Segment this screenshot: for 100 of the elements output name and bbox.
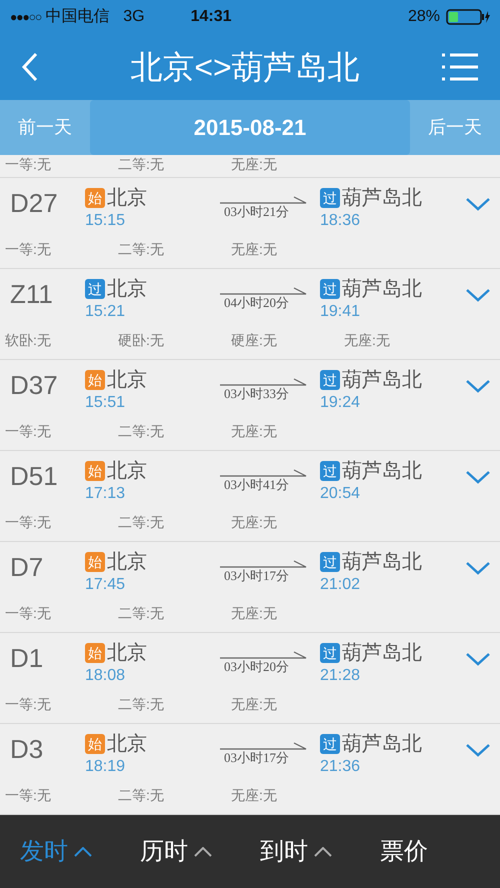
seat-availability: 无座:无 bbox=[231, 155, 278, 173]
travel-duration: 03小时33分 bbox=[223, 386, 290, 402]
departure-station: 北京 bbox=[107, 188, 147, 208]
departure-time: 18:19 bbox=[85, 757, 126, 777]
route-title: 北京<>葫芦岛北 bbox=[129, 50, 361, 82]
seat-availability: 一等:无 bbox=[5, 240, 52, 258]
seat-availability: 二等:无 bbox=[118, 695, 165, 713]
travel-duration: 03小时41分 bbox=[223, 477, 290, 493]
departure-station: 北京 bbox=[107, 552, 147, 572]
station-badge: 过 bbox=[320, 370, 340, 390]
seat-availability: 硬卧:无 bbox=[118, 331, 165, 349]
seat-availability: 无座:无 bbox=[344, 331, 391, 349]
seat-availability: 软卧:无 bbox=[5, 331, 52, 349]
chevron-down-icon[interactable] bbox=[464, 469, 490, 485]
departure-station: 北京 bbox=[107, 734, 147, 754]
seat-availability: 无座:无 bbox=[231, 422, 278, 440]
station-badge: 过 bbox=[320, 461, 340, 481]
seat-availability: 无座:无 bbox=[231, 786, 278, 804]
seat-availability: 二等:无 bbox=[118, 240, 165, 258]
battery-icon bbox=[446, 8, 490, 24]
departure-time: 17:45 bbox=[85, 575, 126, 595]
train-row[interactable]: Z11 过 北京 15:21 04小时20分 过 葫芦岛北 19:41 软卧:无 硬卧:无 硬座:无 无座:无 bbox=[0, 269, 500, 360]
train-row[interactable]: D1 始 北京 18:08 03小时20分 过 葫芦岛北 21:28 一等:无 二等:无 无座:无 bbox=[0, 633, 500, 724]
train-row[interactable]: D7 始 北京 17:45 03小时17分 过 葫芦岛北 21:02 一等:无 二等:无 无座:无 bbox=[0, 542, 500, 633]
station-badge: 始 bbox=[85, 370, 105, 390]
arrival-time: 21:02 bbox=[320, 575, 362, 595]
chevron-down-icon[interactable] bbox=[464, 651, 490, 667]
seat-availability: 二等:无 bbox=[118, 155, 165, 173]
train-number: D37 bbox=[10, 370, 58, 400]
sort-tab[interactable]: 到时 bbox=[260, 834, 380, 870]
arrival-time: 18:36 bbox=[320, 211, 362, 231]
menu-icon bbox=[440, 52, 480, 82]
seat-availability: 无座:无 bbox=[231, 604, 278, 622]
chevron-down-icon[interactable] bbox=[464, 378, 490, 394]
seat-availability: 无座:无 bbox=[231, 695, 278, 713]
departure-station: 北京 bbox=[107, 279, 147, 299]
departure-station: 北京 bbox=[107, 643, 147, 663]
train-number: Z11 bbox=[10, 279, 53, 309]
network-type: 3G bbox=[123, 6, 145, 26]
train-number: D1 bbox=[10, 643, 44, 673]
train-number: D3 bbox=[10, 734, 44, 764]
seat-availability: 无座:无 bbox=[231, 240, 278, 258]
travel-duration: 04小时20分 bbox=[223, 295, 290, 311]
station-badge: 过 bbox=[85, 279, 105, 299]
train-row[interactable]: D51 始 北京 17:13 03小时41分 过 葫芦岛北 20:54 一等:无 二等:无 无座:无 bbox=[0, 451, 500, 542]
chevron-down-icon[interactable] bbox=[464, 196, 490, 212]
sort-tab[interactable]: 发时 bbox=[20, 834, 140, 870]
arrival-station: 葫芦岛北 bbox=[342, 279, 422, 299]
seat-availability: 一等:无 bbox=[5, 155, 52, 173]
back-icon bbox=[20, 50, 40, 82]
station-badge: 始 bbox=[85, 461, 105, 481]
station-badge: 始 bbox=[85, 552, 105, 572]
sort-tab[interactable]: 历时 bbox=[140, 834, 260, 870]
arrival-station: 葫芦岛北 bbox=[342, 552, 422, 572]
seat-availability: 一等:无 bbox=[5, 695, 52, 713]
train-row[interactable]: D27 始 北京 15:15 03小时21分 过 葫芦岛北 18:36 一等:无 二等:无 无座:无 bbox=[0, 178, 500, 269]
seat-availability: 一等:无 bbox=[5, 604, 52, 622]
clock-time: 14:31 bbox=[190, 6, 232, 26]
train-row[interactable]: D37 始 北京 15:51 03小时33分 过 葫芦岛北 19:24 一等:无 二等:无 无座:无 bbox=[0, 360, 500, 451]
signal-strength: ●●●○○ bbox=[10, 8, 42, 26]
station-badge: 过 bbox=[320, 552, 340, 572]
seat-availability: 二等:无 bbox=[118, 513, 165, 531]
arrival-time: 21:36 bbox=[320, 757, 362, 777]
seat-availability: 无座:无 bbox=[231, 513, 278, 531]
seat-availability: 二等:无 bbox=[118, 422, 165, 440]
carrier-name: 中国电信 bbox=[45, 6, 110, 26]
departure-station: 北京 bbox=[107, 461, 147, 481]
train-number: D7 bbox=[10, 552, 44, 582]
seat-availability: 二等:无 bbox=[118, 604, 165, 622]
arrival-time: 21:28 bbox=[320, 666, 362, 686]
station-badge: 始 bbox=[85, 188, 105, 208]
arrival-station: 葫芦岛北 bbox=[342, 370, 422, 390]
station-badge: 过 bbox=[320, 734, 340, 754]
station-badge: 始 bbox=[85, 734, 105, 754]
seat-availability: 一等:无 bbox=[5, 513, 52, 531]
station-badge: 始 bbox=[85, 643, 105, 663]
train-number: D51 bbox=[10, 461, 58, 491]
arrival-time: 19:41 bbox=[320, 302, 362, 322]
train-number: D27 bbox=[10, 188, 58, 218]
travel-duration: 03小时17分 bbox=[223, 568, 290, 584]
station-badge: 过 bbox=[320, 643, 340, 663]
seat-availability: 一等:无 bbox=[5, 786, 52, 804]
sort-tab[interactable]: 票价 bbox=[380, 834, 500, 870]
departure-time: 17:13 bbox=[85, 484, 126, 504]
departure-time: 15:21 bbox=[85, 302, 126, 322]
arrival-time: 19:24 bbox=[320, 393, 362, 413]
chevron-down-icon[interactable] bbox=[464, 560, 490, 576]
departure-time: 18:08 bbox=[85, 666, 126, 686]
battery-percent: 28% bbox=[408, 6, 440, 26]
travel-duration: 03小时21分 bbox=[223, 204, 290, 220]
arrival-station: 葫芦岛北 bbox=[342, 461, 422, 481]
arrival-station: 葫芦岛北 bbox=[342, 643, 422, 663]
travel-duration: 03小时17分 bbox=[223, 750, 290, 766]
station-badge: 过 bbox=[320, 188, 340, 208]
departure-time: 15:51 bbox=[85, 393, 126, 413]
chevron-down-icon[interactable] bbox=[464, 287, 490, 303]
travel-duration: 03小时20分 bbox=[223, 659, 290, 675]
departure-time: 15:15 bbox=[85, 211, 126, 231]
arrival-station: 葫芦岛北 bbox=[342, 734, 422, 754]
chevron-down-icon[interactable] bbox=[464, 742, 490, 758]
